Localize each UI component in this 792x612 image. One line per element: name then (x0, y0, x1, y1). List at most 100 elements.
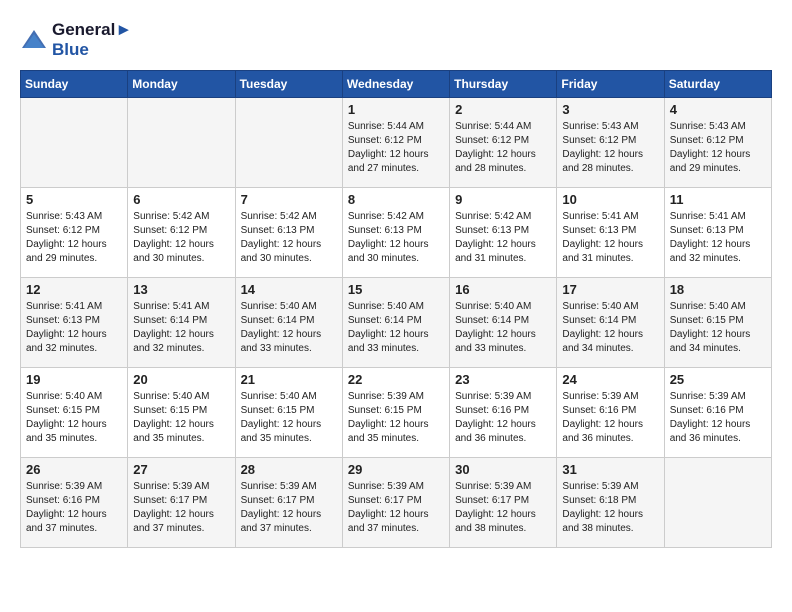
calendar-header: SundayMondayTuesdayWednesdayThursdayFrid… (21, 71, 772, 98)
calendar-week-row: 19 Sunrise: 5:40 AM Sunset: 6:15 PM Dayli… (21, 368, 772, 458)
calendar-week-row: 26Sunrise: 5:39 AM Sunset: 6:16 PM Dayli… (21, 458, 772, 548)
logo: General► Blue (20, 20, 132, 60)
calendar-cell: 25 Sunrise: 5:39 AM Sunset: 6:16 PM Dayli… (664, 368, 771, 458)
day-info: Sunrise: 5:44 AM Sunset: 6:12 PM Dayligh… (455, 120, 551, 176)
calendar-cell: 4Sunrise: 5:43 AM Sunset: 6:12 PM Daylig… (664, 98, 771, 188)
calendar-cell: 22Sunrise: 5:39 AM Sunset: 6:15 PM Dayli… (342, 368, 449, 458)
logo-text: General► Blue (52, 20, 132, 60)
calendar-cell: 27 Sunrise: 5:39 AM Sunset: 6:17 PM Dayli… (128, 458, 235, 548)
calendar-cell: 1 Sunrise: 5:44 AM Sunset: 6:12 PM Daylig… (342, 98, 449, 188)
day-info: Sunrise: 5:42 AM Sunset: 6:13 PM Dayligh… (241, 210, 337, 266)
calendar-body: 1 Sunrise: 5:44 AM Sunset: 6:12 PM Daylig… (21, 98, 772, 548)
day-info: Sunrise: 5:40 AM Sunset: 6:15 PM Dayligh… (133, 390, 229, 446)
calendar-cell (21, 98, 128, 188)
day-info: Sunrise: 5:39 AM Sunset: 6:17 PM Dayligh… (455, 480, 551, 536)
day-info: Sunrise: 5:40 AM Sunset: 6:15 PM Dayligh… (26, 390, 122, 446)
day-info: Sunrise: 5:39 AM Sunset: 6:17 PM Dayligh… (241, 480, 337, 536)
day-number: 27 (133, 462, 229, 477)
day-number: 16 (455, 282, 551, 297)
day-number: 19 (26, 372, 122, 387)
day-number: 14 (241, 282, 337, 297)
day-info: Sunrise: 5:39 AM Sunset: 6:16 PM Dayligh… (26, 480, 122, 536)
day-info: Sunrise: 5:42 AM Sunset: 6:13 PM Dayligh… (455, 210, 551, 266)
day-info: Sunrise: 5:39 AM Sunset: 6:16 PM Dayligh… (455, 390, 551, 446)
day-info: Sunrise: 5:40 AM Sunset: 6:14 PM Dayligh… (348, 300, 444, 356)
day-info: Sunrise: 5:39 AM Sunset: 6:16 PM Dayligh… (670, 390, 766, 446)
calendar-cell: 21 Sunrise: 5:40 AM Sunset: 6:15 PM Dayli… (235, 368, 342, 458)
day-number: 6 (133, 192, 229, 207)
day-info: Sunrise: 5:40 AM Sunset: 6:14 PM Dayligh… (241, 300, 337, 356)
header-row: SundayMondayTuesdayWednesdayThursdayFrid… (21, 71, 772, 98)
day-info: Sunrise: 5:42 AM Sunset: 6:12 PM Dayligh… (133, 210, 229, 266)
calendar-cell: 7 Sunrise: 5:42 AM Sunset: 6:13 PM Daylig… (235, 188, 342, 278)
day-info: Sunrise: 5:42 AM Sunset: 6:13 PM Dayligh… (348, 210, 444, 266)
day-number: 5 (26, 192, 122, 207)
day-info: Sunrise: 5:40 AM Sunset: 6:14 PM Dayligh… (562, 300, 658, 356)
calendar-cell: 11Sunrise: 5:41 AM Sunset: 6:13 PM Dayli… (664, 188, 771, 278)
calendar-cell: 31 Sunrise: 5:39 AM Sunset: 6:18 PM Dayli… (557, 458, 664, 548)
day-number: 12 (26, 282, 122, 297)
weekday-header: Monday (128, 71, 235, 98)
day-number: 29 (348, 462, 444, 477)
day-number: 21 (241, 372, 337, 387)
calendar-cell: 30 Sunrise: 5:39 AM Sunset: 6:17 PM Dayli… (450, 458, 557, 548)
calendar-cell: 28 Sunrise: 5:39 AM Sunset: 6:17 PM Dayli… (235, 458, 342, 548)
day-number: 8 (348, 192, 444, 207)
day-number: 28 (241, 462, 337, 477)
calendar-cell: 10 Sunrise: 5:41 AM Sunset: 6:13 PM Dayli… (557, 188, 664, 278)
day-number: 22 (348, 372, 444, 387)
day-number: 18 (670, 282, 766, 297)
day-info: Sunrise: 5:39 AM Sunset: 6:16 PM Dayligh… (562, 390, 658, 446)
day-info: Sunrise: 5:39 AM Sunset: 6:17 PM Dayligh… (133, 480, 229, 536)
calendar-table: SundayMondayTuesdayWednesdayThursdayFrid… (20, 70, 772, 548)
calendar-cell: 3 Sunrise: 5:43 AM Sunset: 6:12 PM Daylig… (557, 98, 664, 188)
day-number: 25 (670, 372, 766, 387)
calendar-cell: 26Sunrise: 5:39 AM Sunset: 6:16 PM Dayli… (21, 458, 128, 548)
weekday-header: Tuesday (235, 71, 342, 98)
calendar-cell: 17Sunrise: 5:40 AM Sunset: 6:14 PM Dayli… (557, 278, 664, 368)
day-info: Sunrise: 5:41 AM Sunset: 6:14 PM Dayligh… (133, 300, 229, 356)
day-number: 24 (562, 372, 658, 387)
day-info: Sunrise: 5:40 AM Sunset: 6:14 PM Dayligh… (455, 300, 551, 356)
weekday-header: Thursday (450, 71, 557, 98)
calendar-cell (664, 458, 771, 548)
calendar-cell: 18Sunrise: 5:40 AM Sunset: 6:15 PM Dayli… (664, 278, 771, 368)
calendar-week-row: 5Sunrise: 5:43 AM Sunset: 6:12 PM Daylig… (21, 188, 772, 278)
day-info: Sunrise: 5:43 AM Sunset: 6:12 PM Dayligh… (670, 120, 766, 176)
page-header: General► Blue (20, 20, 772, 60)
day-number: 30 (455, 462, 551, 477)
day-info: Sunrise: 5:39 AM Sunset: 6:17 PM Dayligh… (348, 480, 444, 536)
day-info: Sunrise: 5:44 AM Sunset: 6:12 PM Dayligh… (348, 120, 444, 176)
day-info: Sunrise: 5:43 AM Sunset: 6:12 PM Dayligh… (562, 120, 658, 176)
day-info: Sunrise: 5:40 AM Sunset: 6:15 PM Dayligh… (241, 390, 337, 446)
calendar-cell: 5Sunrise: 5:43 AM Sunset: 6:12 PM Daylig… (21, 188, 128, 278)
day-number: 23 (455, 372, 551, 387)
weekday-header: Friday (557, 71, 664, 98)
calendar-cell: 8 Sunrise: 5:42 AM Sunset: 6:13 PM Daylig… (342, 188, 449, 278)
calendar-cell: 14 Sunrise: 5:40 AM Sunset: 6:14 PM Dayli… (235, 278, 342, 368)
day-number: 11 (670, 192, 766, 207)
calendar-cell: 19 Sunrise: 5:40 AM Sunset: 6:15 PM Dayli… (21, 368, 128, 458)
calendar-cell: 23 Sunrise: 5:39 AM Sunset: 6:16 PM Dayli… (450, 368, 557, 458)
day-info: Sunrise: 5:39 AM Sunset: 6:18 PM Dayligh… (562, 480, 658, 536)
calendar-cell (235, 98, 342, 188)
day-number: 20 (133, 372, 229, 387)
weekday-header: Wednesday (342, 71, 449, 98)
weekday-header: Sunday (21, 71, 128, 98)
calendar-cell: 13Sunrise: 5:41 AM Sunset: 6:14 PM Dayli… (128, 278, 235, 368)
day-number: 15 (348, 282, 444, 297)
calendar-cell: 15 Sunrise: 5:40 AM Sunset: 6:14 PM Dayli… (342, 278, 449, 368)
calendar-cell: 20 Sunrise: 5:40 AM Sunset: 6:15 PM Dayli… (128, 368, 235, 458)
day-number: 7 (241, 192, 337, 207)
calendar-cell (128, 98, 235, 188)
day-number: 9 (455, 192, 551, 207)
weekday-header: Saturday (664, 71, 771, 98)
calendar-cell: 12 Sunrise: 5:41 AM Sunset: 6:13 PM Dayli… (21, 278, 128, 368)
logo-icon (20, 26, 48, 54)
day-number: 3 (562, 102, 658, 117)
day-number: 31 (562, 462, 658, 477)
day-info: Sunrise: 5:41 AM Sunset: 6:13 PM Dayligh… (562, 210, 658, 266)
day-info: Sunrise: 5:41 AM Sunset: 6:13 PM Dayligh… (26, 300, 122, 356)
day-number: 10 (562, 192, 658, 207)
day-number: 1 (348, 102, 444, 117)
